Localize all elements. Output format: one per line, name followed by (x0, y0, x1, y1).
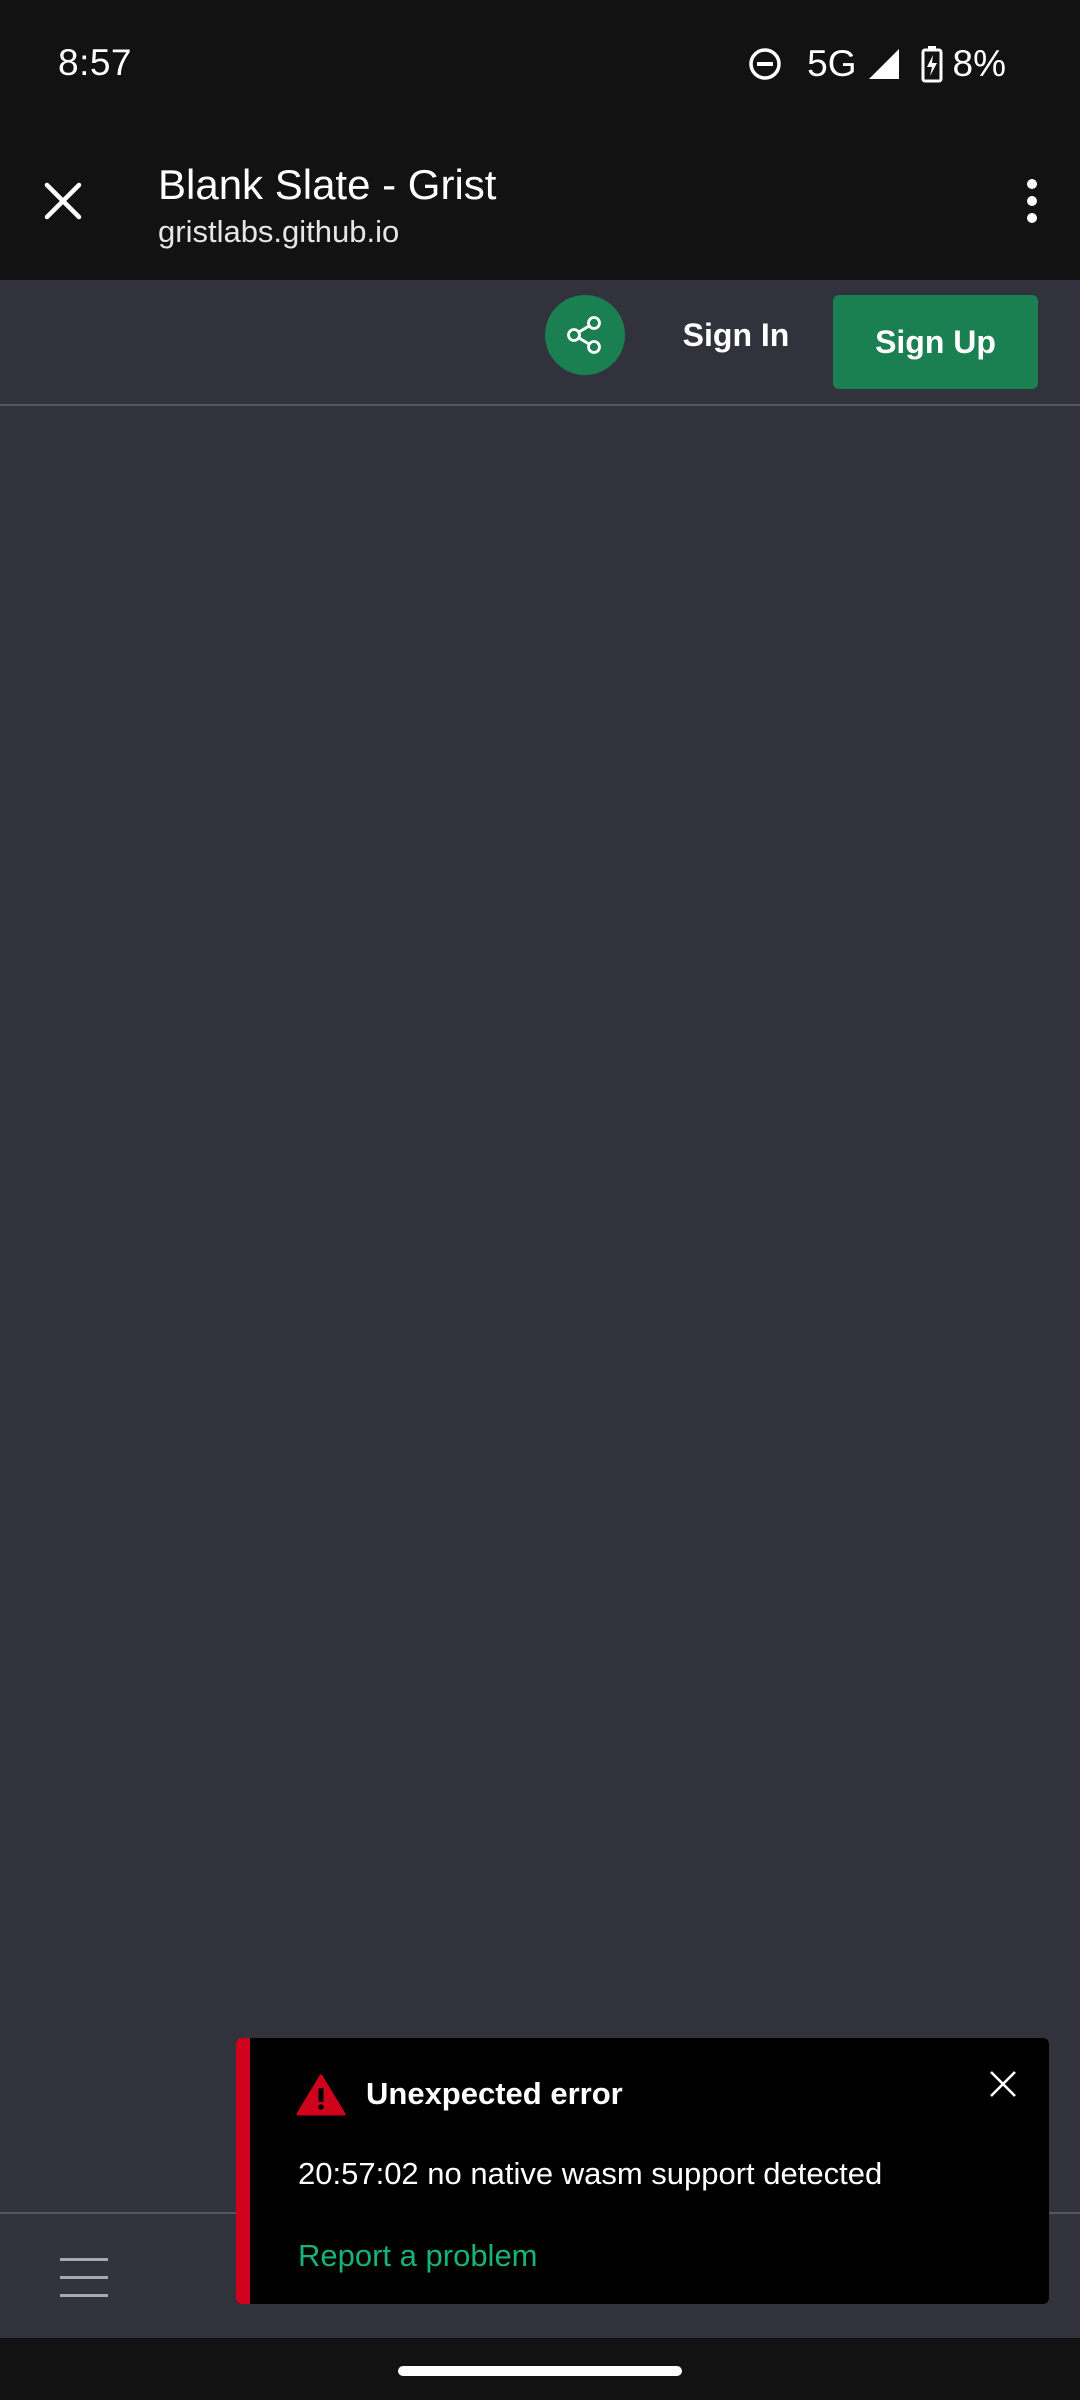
status-icons: 5G 8% (747, 40, 1006, 88)
hamburger-menu-icon (60, 2258, 108, 2297)
do-not-disturb-icon (747, 46, 783, 82)
sign-up-button[interactable]: Sign Up (833, 295, 1038, 389)
network-type: 5G (807, 43, 857, 84)
browser-toolbar: Blank Slate - Grist gristlabs.github.io (0, 132, 1080, 280)
more-vert-icon (1027, 179, 1037, 223)
app-header: Sign In Sign Up (0, 280, 1080, 406)
battery-charging-icon (921, 45, 943, 83)
toast-close-button[interactable] (981, 2062, 1025, 2106)
report-problem-link[interactable]: Report a problem (298, 2234, 538, 2278)
toast-message: 20:57:02 no native wasm support detected (298, 2156, 883, 2191)
battery-level: 8% (952, 43, 1006, 84)
menu-button[interactable] (56, 2250, 112, 2306)
close-icon (44, 182, 82, 220)
home-gesture-handle[interactable] (398, 2366, 682, 2376)
toast-title: Unexpected error (366, 2076, 623, 2111)
document-canvas (0, 406, 1080, 2212)
warning-icon (296, 2074, 346, 2116)
page-url: gristlabs.github.io (158, 214, 400, 249)
sign-in-button[interactable]: Sign In (658, 296, 814, 374)
share-button[interactable] (545, 295, 625, 375)
error-toast: Unexpected error 20:57:02 no native wasm… (236, 2038, 1049, 2304)
share-icon (567, 316, 601, 354)
overflow-menu-button[interactable] (1002, 168, 1062, 234)
status-time: 8:57 (58, 42, 133, 83)
page-title: Blank Slate - Grist (158, 161, 497, 208)
close-tab-button[interactable] (30, 168, 96, 234)
toast-accent-bar (236, 2038, 250, 2304)
signal-icon (867, 47, 901, 81)
gesture-nav-area (0, 2338, 1080, 2400)
status-bar: 8:57 5G 8% (0, 0, 1080, 132)
page-info[interactable]: Blank Slate - Grist gristlabs.github.io (158, 160, 496, 252)
close-icon (990, 2071, 1016, 2097)
